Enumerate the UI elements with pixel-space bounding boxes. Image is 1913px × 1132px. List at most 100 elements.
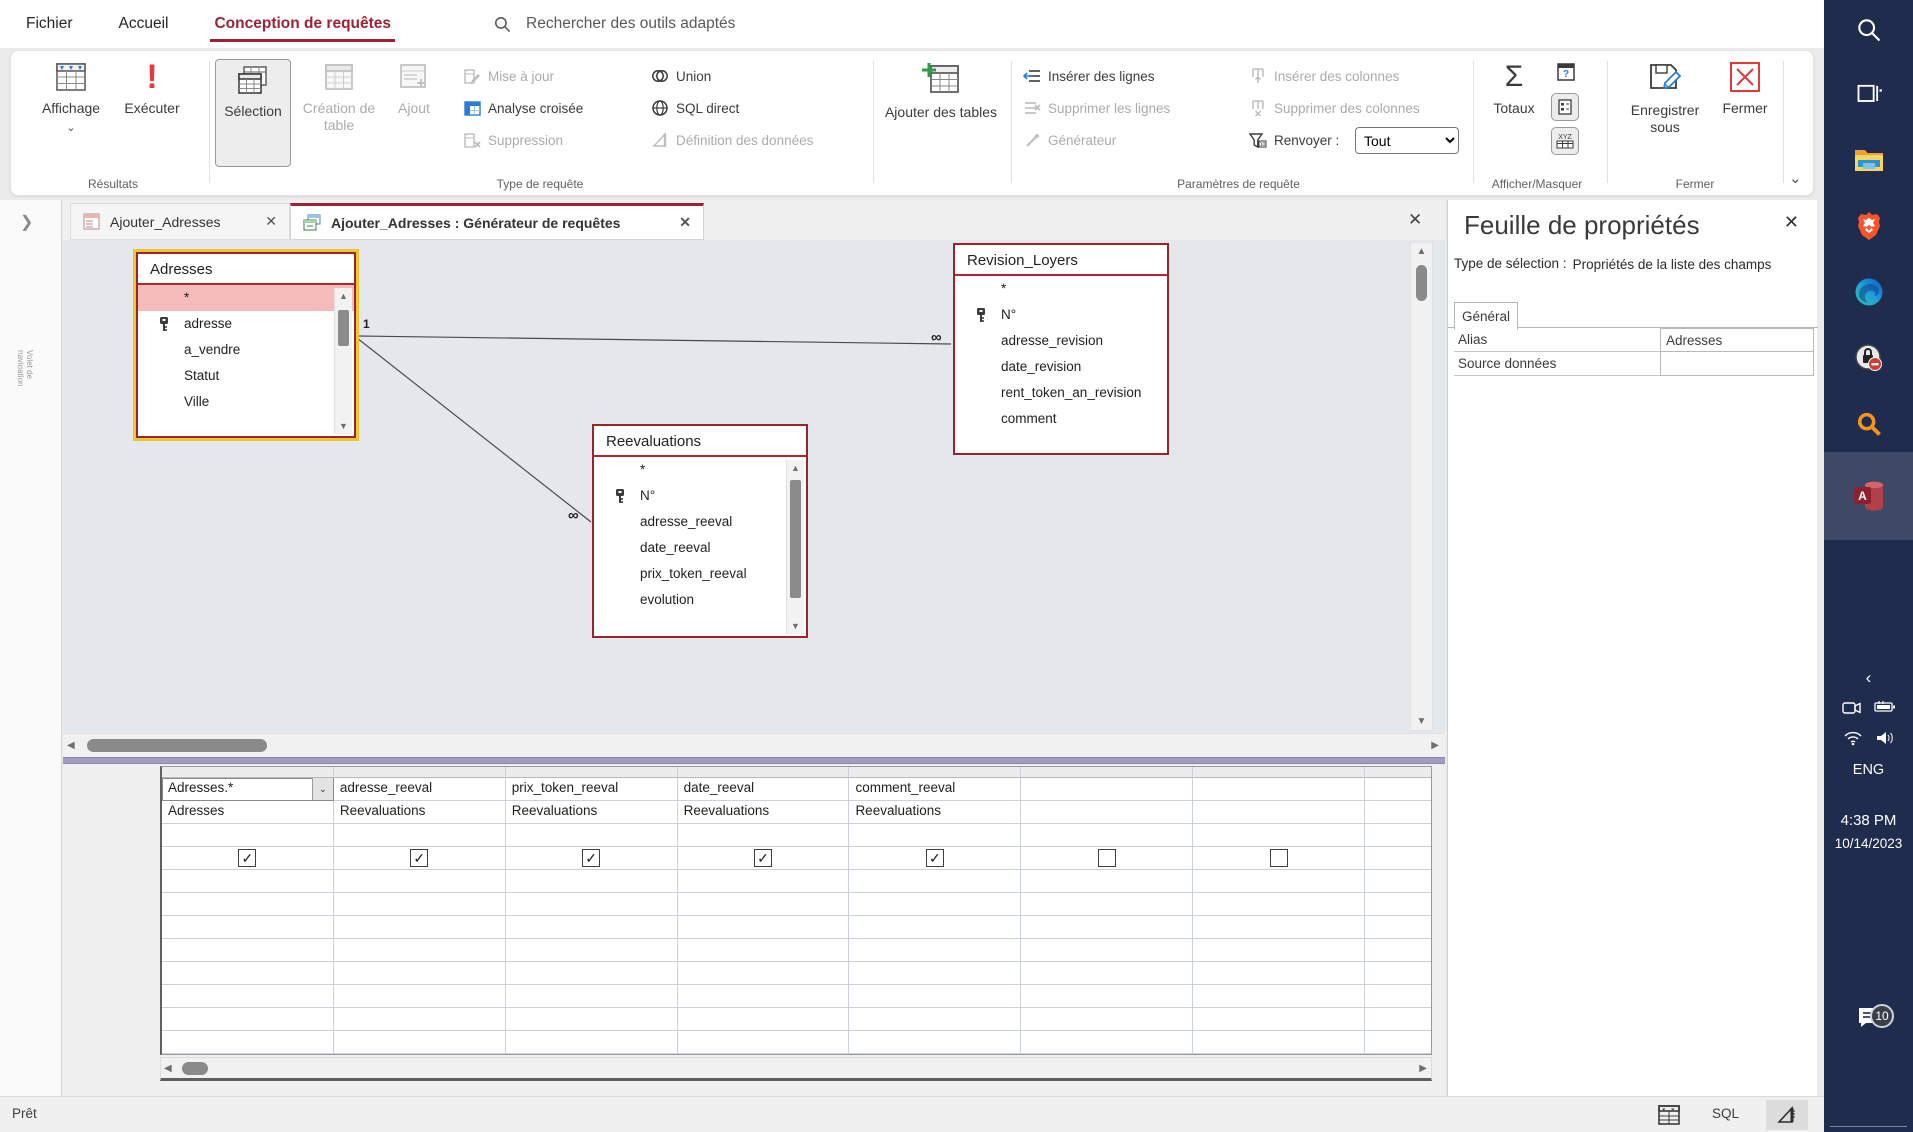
grid-cell-criteres-col2[interactable] [506,870,678,893]
tray-expand-chevron[interactable]: ‹ [1824,668,1913,688]
feuille-proprietes-toggle[interactable] [1551,93,1579,121]
tab-accueil[interactable]: Accueil [115,0,173,48]
field-date_reeval[interactable]: date_reeval [594,535,806,561]
field-adresse_reeval[interactable]: adresse_reeval [594,509,806,535]
scroll-up-icon[interactable]: ▲ [787,460,804,476]
grid-cell-criteres-col3[interactable] [678,870,850,893]
table-card-adresses[interactable]: Adresses *adressea_vendreStatutVille ▲ ▼ [136,252,356,438]
grid-cell-champ-col6[interactable] [1193,778,1365,801]
grid-cell-empty-col5[interactable] [1021,1031,1193,1054]
collapse-ribbon-chevron[interactable]: ⌄ [1789,169,1802,187]
grid-cell-empty-col0[interactable] [162,1031,334,1054]
sql-view-button[interactable]: SQL [1712,1106,1739,1121]
grid-cell-criteres-col1[interactable] [334,870,506,893]
grid-cell-ou-col0[interactable] [162,893,334,916]
field-dropdown-icon[interactable]: ⌄ [312,778,333,800]
grid-cell-empty-col4[interactable] [849,1008,1021,1031]
speaker-icon[interactable] [1875,730,1895,746]
grid-cell-champ-col1[interactable]: adresse_reeval [334,778,506,801]
grid-cell-empty-col1[interactable] [334,939,506,962]
grid-cell-empty-col2[interactable] [506,939,678,962]
grid-cell-empty-col2[interactable] [506,916,678,939]
grid-cell-empty-col3[interactable] [678,962,850,985]
ajout-button[interactable]: Ajout [383,57,445,183]
field-comment[interactable]: comment [955,406,1167,432]
grid-cell-header-col1[interactable] [334,767,506,778]
edge-browser-button[interactable] [1824,262,1913,322]
grid-cell-empty-col7[interactable] [1365,985,1431,1008]
close-icon[interactable]: ✕ [1784,212,1799,233]
grid-cell-tri-col7[interactable] [1365,824,1431,847]
grid-cell-afficher-col2[interactable] [506,847,678,870]
grid-cell-empty-col2[interactable] [506,1031,678,1054]
grid-cell-criteres-col7[interactable] [1365,870,1431,893]
design-view-button[interactable] [1766,1100,1808,1130]
afficher-checkbox[interactable] [582,849,600,867]
scroll-left-icon[interactable]: ◀ [67,740,75,751]
afficher-checkbox[interactable] [410,849,428,867]
grid-cell-empty-col6[interactable] [1193,1008,1365,1031]
affichage-button[interactable]: Affichage ⌄ [33,57,109,183]
grid-cell-empty-col1[interactable] [334,962,506,985]
grid-cell-empty-col1[interactable] [334,1031,506,1054]
enregistrer-sous-button[interactable]: Enregistrer sous [1617,57,1713,183]
grid-cell-tri-col3[interactable] [678,824,850,847]
grid-cell-criteres-col0[interactable] [162,870,334,893]
grid-cell-ou-col4[interactable] [849,893,1021,916]
grid-cell-champ-col3[interactable]: date_reeval [678,778,850,801]
grid-cell-empty-col7[interactable] [1365,1008,1431,1031]
union-button[interactable]: Union [651,63,711,89]
mise-a-jour-button[interactable]: Mise à jour [463,63,554,89]
field-prix_token_reeval[interactable]: prix_token_reeval [594,561,806,587]
grid-cell-empty-col6[interactable] [1193,939,1365,962]
grid-cell-empty-col4[interactable] [849,1031,1021,1054]
grid-cell-header-col6[interactable] [1193,767,1365,778]
field-evolution[interactable]: evolution [594,587,806,613]
query-grid[interactable]: Adresses.*⌄adresse_reevalprix_token_reev… [160,766,1432,1055]
table-scrollbar[interactable]: ▲ ▼ [786,460,804,634]
grid-cell-empty-col7[interactable] [1365,962,1431,985]
grid-cell-empty-col5[interactable] [1021,916,1193,939]
grid-cell-empty-col4[interactable] [849,962,1021,985]
grid-cell-header-col7[interactable] [1365,767,1431,778]
generateur-button[interactable]: Générateur [1023,127,1116,153]
creation-de-table-button[interactable]: Création de table [299,57,379,183]
grid-cell-empty-col5[interactable] [1021,939,1193,962]
grid-cell-empty-col3[interactable] [678,1008,850,1031]
grid-cell-empty-col0[interactable] [162,962,334,985]
supprimer-les-lignes-button[interactable]: Supprimer les lignes [1023,95,1170,121]
grid-cell-tri-col0[interactable] [162,824,334,847]
grid-cell-afficher-col5[interactable] [1021,847,1193,870]
scroll-left-icon[interactable]: ◀ [164,1063,172,1074]
close-tab-icon[interactable]: ✕ [679,214,691,231]
grid-cell-empty-col0[interactable] [162,916,334,939]
notification-center-button[interactable]: 10 [1824,990,1913,1046]
prop-source-value[interactable] [1660,352,1814,376]
grid-cell-empty-col4[interactable] [849,916,1021,939]
grid-cell-table-col1[interactable]: Reevaluations [334,801,506,824]
query-design-surface[interactable]: 1 ∞ ∞ Adresses *adressea_vendreStatutVil… [63,240,1445,733]
grid-cell-empty-col4[interactable] [849,985,1021,1008]
task-view-button[interactable] [1824,64,1913,124]
pane-splitter[interactable] [63,757,1445,764]
grid-cell-empty-col0[interactable] [162,939,334,962]
keepass-button[interactable] [1824,328,1913,388]
grid-cell-ou-col7[interactable] [1365,893,1431,916]
grid-cell-ou-col2[interactable] [506,893,678,916]
grid-cell-table-col7[interactable] [1365,801,1431,824]
selection-button[interactable]: Sélection [215,59,291,167]
grid-cell-empty-col0[interactable] [162,1008,334,1031]
grid-cell-empty-col6[interactable] [1193,962,1365,985]
tab-general[interactable]: Général [1454,302,1518,330]
scroll-right-icon[interactable]: ▶ [1419,1063,1427,1074]
parametres-dialog-button[interactable]: ? [1553,59,1579,85]
field-Ville[interactable]: Ville [138,389,354,415]
grid-cell-champ-col7[interactable] [1365,778,1431,801]
language-indicator[interactable]: ENG [1824,762,1913,778]
afficher-checkbox[interactable] [1098,849,1116,867]
executer-button[interactable]: ! Exécuter [115,57,189,183]
grid-cell-criteres-col4[interactable] [849,870,1021,893]
analyse-croisee-button[interactable]: Analyse croisée [463,95,583,121]
close-document-icon[interactable]: ✕ [1408,210,1422,230]
surface-hscrollbar[interactable]: ◀ ▶ [63,733,1445,757]
